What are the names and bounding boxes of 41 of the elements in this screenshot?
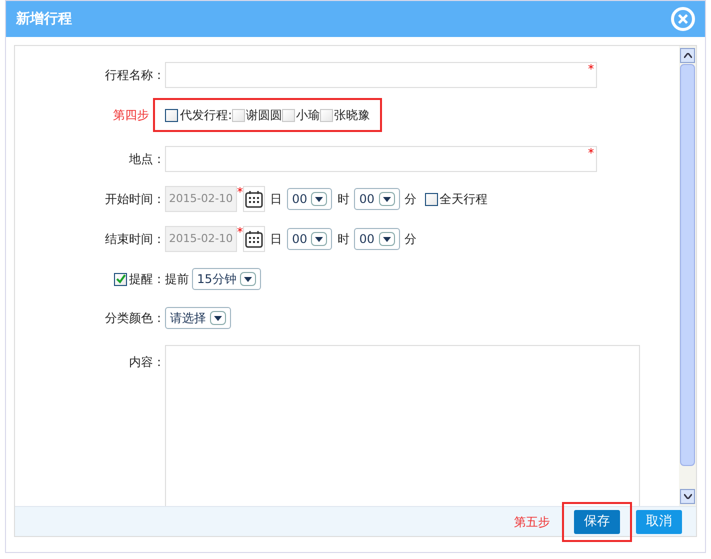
field-label: 行程名称： <box>104 67 165 84</box>
unit-label: 时 <box>337 231 350 248</box>
save-button[interactable]: 保存 <box>574 510 620 534</box>
select-value: 15分钟 <box>197 271 236 288</box>
required-mark: * <box>237 186 243 198</box>
select-value: 00 <box>359 231 375 248</box>
select-value: 请选择 <box>170 310 206 327</box>
checkbox-label: 代发行程: <box>180 107 232 124</box>
field-label: 分类颜色： <box>104 310 165 327</box>
field-label: 开始时间： <box>104 191 165 208</box>
hour-select[interactable]: 00 <box>287 188 332 210</box>
person-label: 张晓豫 <box>334 107 370 124</box>
required-mark: * <box>237 226 243 238</box>
unit-label: 分 <box>404 191 417 208</box>
name-input[interactable]: * <box>165 62 597 88</box>
hour-select[interactable]: 00 <box>287 228 332 250</box>
prefix-label: 提前 <box>165 271 189 288</box>
person-label: 谢圆圆 <box>246 107 282 124</box>
step-label: 第四步 <box>112 107 149 124</box>
color-select[interactable]: 请选择 <box>165 307 231 329</box>
field-label: 结束时间： <box>104 231 165 248</box>
minute-select[interactable]: 00 <box>354 228 400 250</box>
field-label: 地点： <box>128 151 165 168</box>
unit-label: 时 <box>337 191 350 208</box>
checkbox-label: 全天行程 <box>440 191 488 208</box>
select-value: 00 <box>292 191 308 208</box>
unit-label: 日 <box>270 231 282 248</box>
select-value: 00 <box>292 231 308 248</box>
required-mark: * <box>588 62 594 76</box>
step-label: 第五步 <box>514 514 550 530</box>
location-input[interactable]: * <box>165 146 597 172</box>
unit-label: 分 <box>404 231 417 248</box>
window-title: 新增行程 <box>16 10 72 28</box>
field-label: 内容： <box>128 354 165 371</box>
reminder-select[interactable]: 15分钟 <box>192 268 262 290</box>
field-label: 提醒： <box>129 271 165 288</box>
minute-select[interactable]: 00 <box>354 188 400 210</box>
unit-label: 日 <box>270 191 282 208</box>
required-mark: * <box>588 146 594 160</box>
select-value: 00 <box>359 191 375 208</box>
person-label: 小瑜 <box>296 107 320 124</box>
